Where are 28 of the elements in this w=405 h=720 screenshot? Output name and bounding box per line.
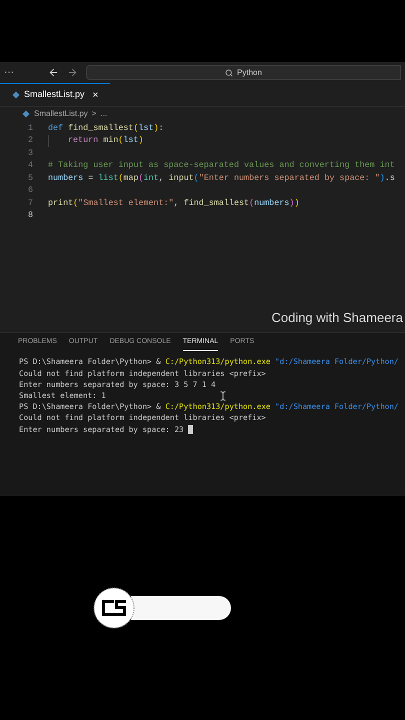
code-line: def find_smallest(lst):: [48, 122, 164, 135]
channel-logo-icon: [93, 586, 135, 629]
code-line: numbers = list(map(int, input("Enter numbers separated by space: ").s: [48, 172, 395, 185]
code-line: return min(lst): [68, 134, 144, 148]
forward-icon[interactable]: [67, 67, 78, 78]
video-caption: Coding with Shameera: [271, 309, 403, 327]
line-number: 5: [26, 172, 34, 185]
code-line: print("Smallest element:", find_smallest(numbers)): [48, 196, 300, 210]
line-number: 3: [26, 146, 34, 160]
search-field[interactable]: Python: [86, 65, 401, 80]
breadcrumb-separator: >: [92, 108, 96, 120]
python-file-icon: [12, 91, 20, 99]
tab-label: SmallestList.py: [24, 88, 85, 102]
back-icon[interactable]: [48, 67, 59, 78]
line-number: 4: [26, 159, 34, 172]
breadcrumb-item[interactable]: ...: [100, 108, 108, 120]
text-cursor-icon: [218, 390, 228, 400]
search-icon: [225, 68, 234, 76]
breadcrumb-item[interactable]: SmallestList.py: [34, 108, 88, 120]
python-file-icon: [22, 110, 30, 118]
line-number: 2: [26, 134, 34, 148]
menu-dots[interactable]: ···: [4, 65, 40, 80]
close-tab-button[interactable]: ×: [92, 88, 98, 102]
line-number: 8: [26, 209, 34, 222]
line-number: 7: [26, 196, 34, 210]
line-number: 1: [26, 122, 34, 135]
code-line: # Taking user input as space-separated values and converting them int: [48, 159, 395, 172]
line-number: 6: [26, 184, 34, 198]
